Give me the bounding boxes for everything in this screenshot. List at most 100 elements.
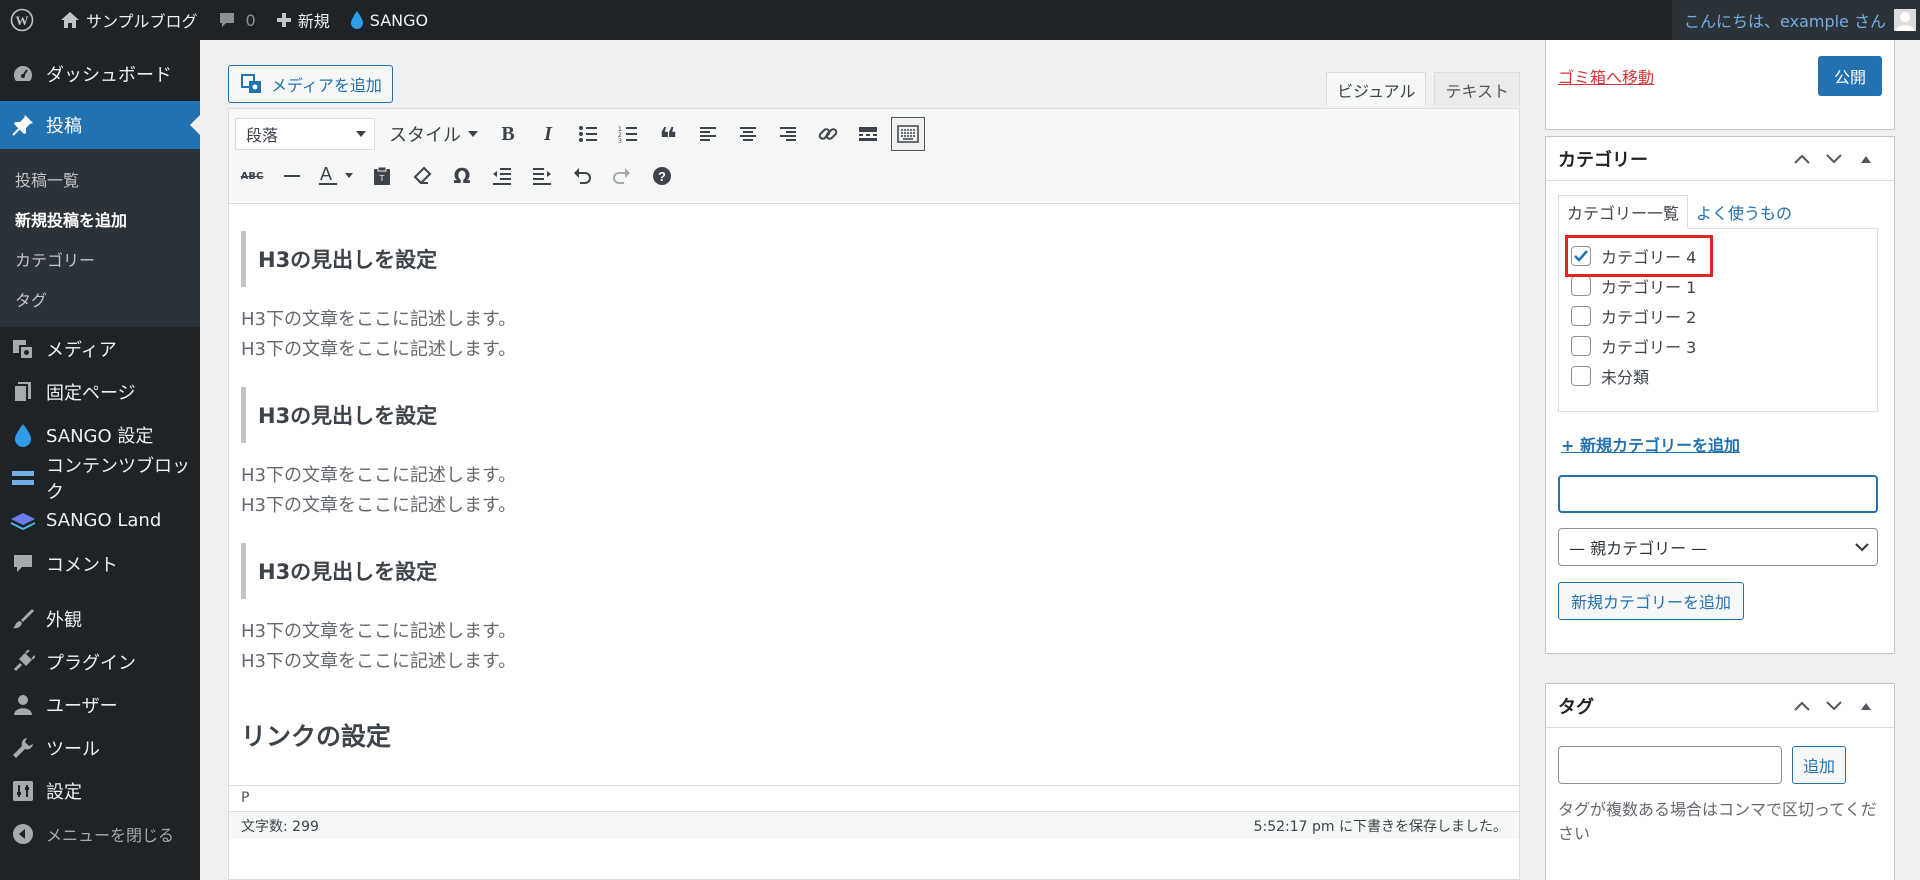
element-path[interactable]: P bbox=[229, 785, 1519, 811]
submenu-add-new-post[interactable]: 新規投稿を追加 bbox=[0, 199, 200, 239]
menu-settings[interactable]: 設定 bbox=[0, 769, 200, 812]
paste-as-text-button[interactable]: T bbox=[365, 159, 399, 193]
format-select[interactable]: 段落 bbox=[235, 118, 375, 150]
category-checkbox[interactable] bbox=[1571, 336, 1591, 356]
dashboard-gauge-icon bbox=[10, 61, 36, 87]
category-checkbox[interactable] bbox=[1571, 306, 1591, 326]
blockquote-button[interactable]: ❝ bbox=[651, 117, 685, 155]
menu-sango-settings[interactable]: SANGO 設定 bbox=[0, 413, 200, 456]
sango-theme-link[interactable]: SANGO bbox=[340, 0, 438, 40]
tab-most-used[interactable]: よく使うもの bbox=[1688, 195, 1800, 229]
site-name: サンプルブログ bbox=[86, 12, 198, 31]
submenu-categories[interactable]: カテゴリー bbox=[0, 239, 200, 279]
menu-appearance[interactable]: 外観 bbox=[0, 597, 200, 640]
category-item[interactable]: カテゴリー 4 bbox=[1565, 235, 1713, 277]
style-select[interactable]: スタイル bbox=[383, 121, 485, 147]
category-item[interactable]: 未分類 bbox=[1571, 361, 1877, 391]
submenu-all-posts[interactable]: 投稿一覧 bbox=[0, 159, 200, 199]
category-label: 未分類 bbox=[1601, 368, 1650, 387]
category-item[interactable]: カテゴリー 3 bbox=[1571, 331, 1877, 361]
move-down-button[interactable] bbox=[1818, 143, 1850, 175]
box-controls bbox=[1786, 690, 1882, 722]
menu-comments[interactable]: コメント bbox=[0, 542, 200, 585]
paragraph-line: H3下の文章をここに記述します。 bbox=[241, 465, 517, 486]
svg-text:W: W bbox=[16, 13, 29, 28]
parent-category-select[interactable]: — 親カテゴリー — bbox=[1558, 528, 1878, 566]
decrease-indent-button[interactable] bbox=[485, 159, 519, 193]
add-tag-button[interactable]: 追加 bbox=[1792, 746, 1847, 784]
tag-input[interactable] bbox=[1558, 746, 1782, 784]
move-to-trash-link[interactable]: ゴミ箱へ移動 bbox=[1558, 64, 1654, 88]
menu-posts[interactable]: 投稿 bbox=[0, 101, 200, 149]
tab-visual[interactable]: ビジュアル bbox=[1326, 72, 1427, 106]
numbered-list-button[interactable]: 123 bbox=[611, 117, 645, 151]
wrench-icon bbox=[10, 735, 36, 761]
submenu-tags[interactable]: タグ bbox=[0, 279, 200, 319]
clear-formatting-button[interactable] bbox=[405, 159, 439, 193]
new-category-name-input[interactable] bbox=[1558, 475, 1878, 513]
menu-users[interactable]: ユーザー bbox=[0, 683, 200, 726]
category-item[interactable]: カテゴリー 2 bbox=[1571, 301, 1877, 331]
insert-link-button[interactable] bbox=[811, 117, 845, 151]
new-content-link[interactable]: 新規 bbox=[266, 0, 340, 40]
site-name-link[interactable]: サンプルブログ bbox=[50, 0, 208, 40]
caret-down-icon bbox=[468, 131, 478, 137]
add-category-button[interactable]: 新規カテゴリーを追加 bbox=[1558, 582, 1745, 620]
align-right-button[interactable] bbox=[771, 117, 805, 151]
comments-link[interactable]: 0 bbox=[208, 0, 266, 40]
format-select-value: 段落 bbox=[246, 126, 279, 145]
comments-count: 0 bbox=[245, 10, 256, 30]
italic-button[interactable]: I bbox=[531, 117, 565, 151]
menu-sango-land-label: SANGO Land bbox=[46, 510, 162, 531]
h3-heading: H3の見出しを設定 bbox=[241, 387, 1519, 443]
menu-content-blocks[interactable]: コンテンツブロック bbox=[0, 456, 200, 503]
toolbar-toggle-button[interactable] bbox=[891, 117, 925, 151]
category-label: カテゴリー 2 bbox=[1601, 308, 1697, 327]
redo-button[interactable] bbox=[605, 159, 639, 193]
menu-tools[interactable]: ツール bbox=[0, 726, 200, 769]
undo-button[interactable] bbox=[565, 159, 599, 193]
move-down-button[interactable] bbox=[1818, 690, 1850, 722]
align-center-button[interactable] bbox=[731, 117, 765, 151]
menu-sango-land[interactable]: SANGO Land bbox=[0, 499, 200, 542]
bold-icon: B bbox=[501, 122, 515, 145]
tab-all-categories[interactable]: カテゴリー一覧 bbox=[1558, 195, 1689, 229]
move-up-button[interactable] bbox=[1786, 690, 1818, 722]
horizontal-line-button[interactable] bbox=[275, 159, 309, 193]
bold-button[interactable]: B bbox=[491, 117, 525, 151]
publish-button[interactable]: 公開 bbox=[1818, 56, 1882, 96]
menu-dashboard[interactable]: ダッシュボード bbox=[0, 52, 200, 95]
category-checkbox[interactable] bbox=[1571, 246, 1591, 266]
category-item[interactable]: カテゴリー 1 bbox=[1571, 271, 1877, 301]
account-menu[interactable]: こんにちは、example さん bbox=[1672, 0, 1920, 40]
menu-users-label: ユーザー bbox=[46, 695, 118, 717]
wordpress-logo-icon[interactable]: W bbox=[0, 0, 50, 40]
toggle-panel-button[interactable] bbox=[1850, 143, 1882, 175]
align-center-icon bbox=[740, 127, 756, 141]
editor-content[interactable]: H3の見出しを設定 H3下の文章をここに記述します。 H3下の文章をここに記述し… bbox=[241, 205, 1519, 783]
move-up-button[interactable] bbox=[1786, 143, 1818, 175]
text-color-button[interactable]: A bbox=[315, 159, 359, 193]
bullet-list-button[interactable] bbox=[571, 117, 605, 151]
toggle-panel-button[interactable] bbox=[1850, 690, 1882, 722]
autosave-status: 5:52:17 pm に下書きを保存しました。 bbox=[1253, 818, 1507, 835]
category-checkbox[interactable] bbox=[1571, 276, 1591, 296]
category-checkbox[interactable] bbox=[1571, 366, 1591, 386]
add-new-category-link[interactable]: + 新規カテゴリーを追加 bbox=[1561, 432, 1740, 456]
strikethrough-button[interactable]: ABC bbox=[235, 159, 269, 193]
collapse-menu-button[interactable]: メニューを閉じる bbox=[0, 812, 200, 855]
read-more-button[interactable] bbox=[851, 117, 885, 151]
chevron-down-icon bbox=[1826, 153, 1842, 163]
settings-sliders-icon bbox=[10, 778, 36, 804]
special-character-button[interactable]: Ω bbox=[445, 159, 479, 193]
menu-media[interactable]: メディア bbox=[0, 327, 200, 370]
tab-text[interactable]: テキスト bbox=[1434, 72, 1520, 106]
menu-pages[interactable]: 固定ページ bbox=[0, 370, 200, 413]
menu-plugins[interactable]: プラグイン bbox=[0, 640, 200, 683]
user-icon bbox=[10, 692, 36, 718]
increase-indent-button[interactable] bbox=[525, 159, 559, 193]
align-left-button[interactable] bbox=[691, 117, 725, 151]
categories-box-header: カテゴリー bbox=[1546, 137, 1894, 181]
add-media-button[interactable]: メディアを追加 bbox=[228, 65, 393, 103]
keyboard-shortcuts-button[interactable]: ? bbox=[645, 159, 679, 193]
